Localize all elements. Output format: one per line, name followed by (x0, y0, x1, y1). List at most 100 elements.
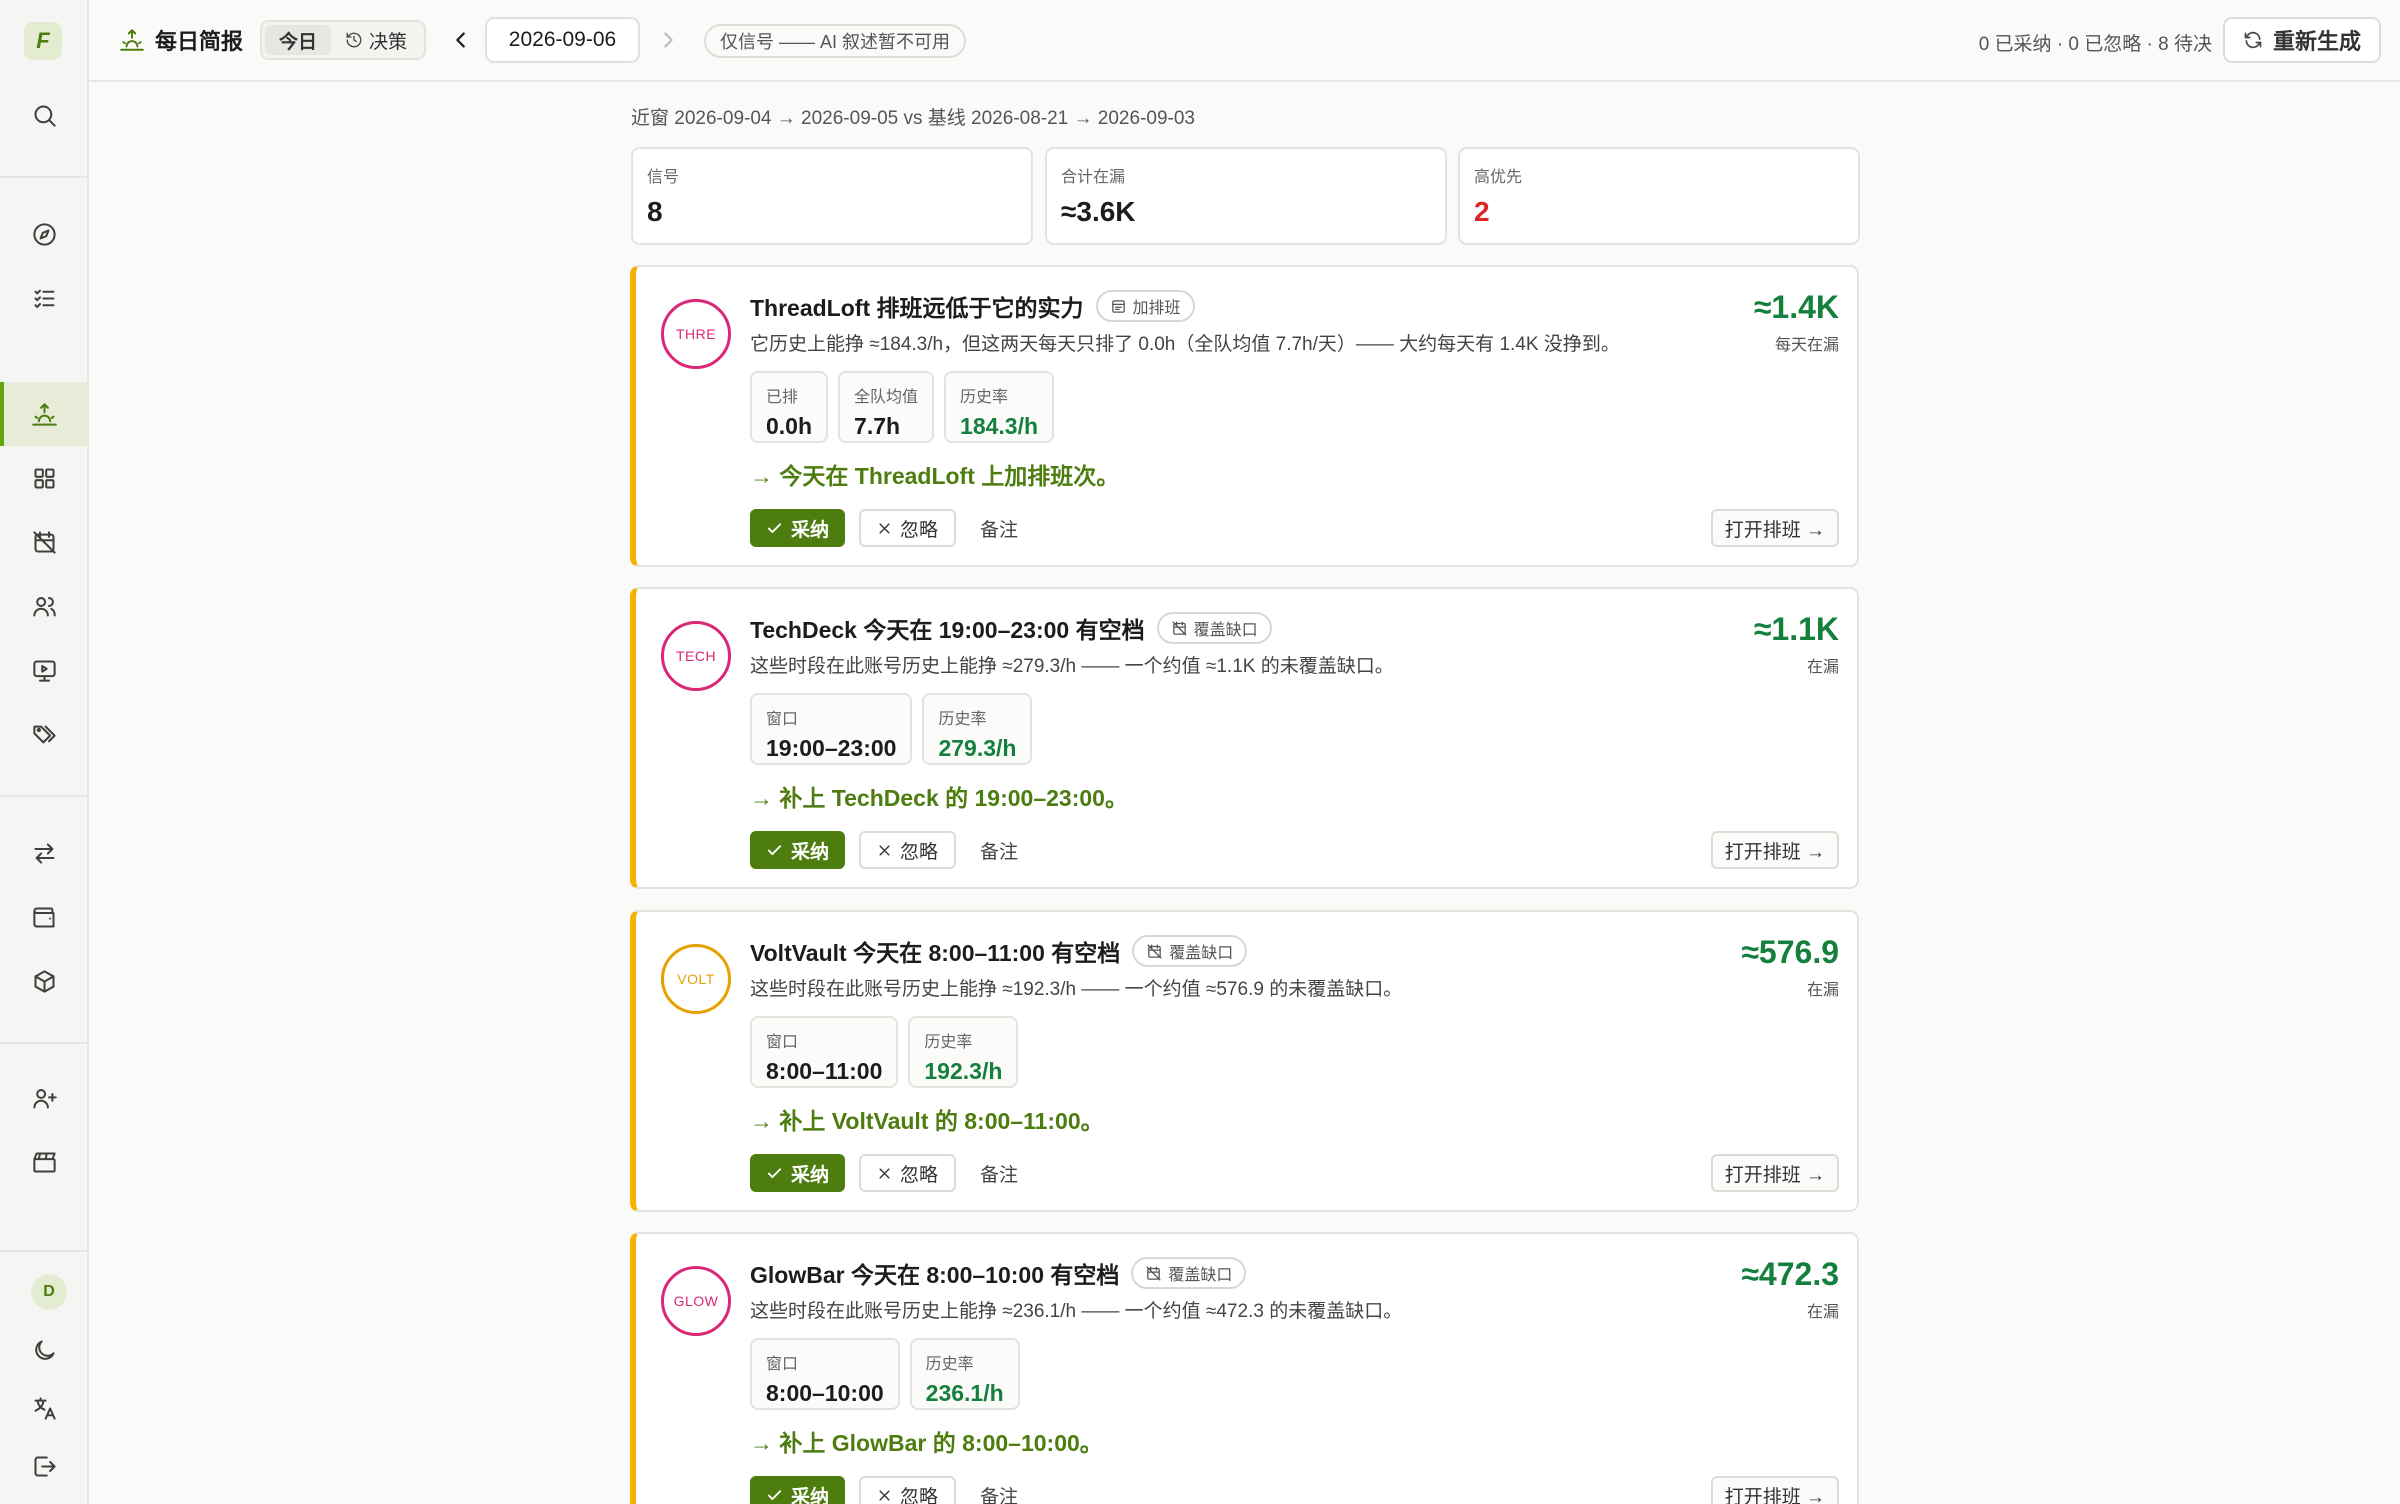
moon-icon[interactable] (20, 1326, 68, 1374)
metric-value: 8:00–10:00 (766, 1380, 884, 1406)
tab-today-label: 今日 (279, 31, 318, 53)
close-icon (879, 522, 890, 534)
grid-icon[interactable] (20, 454, 68, 502)
sunrise-icon[interactable] (20, 390, 68, 438)
user-plus-icon[interactable] (20, 1074, 68, 1122)
summary-label: 高优先 (1474, 169, 1523, 186)
page-title: 每日简报 (119, 24, 243, 56)
sidebar-divider (0, 176, 89, 178)
note-button[interactable]: 备注 (970, 1482, 1028, 1504)
open-schedule-button[interactable]: 打开排班 → (1710, 831, 1839, 869)
ignore-label: 忽略 (900, 1164, 939, 1186)
app-logo[interactable]: F (24, 22, 62, 60)
accept-button[interactable]: 采纳 (750, 509, 846, 547)
metric-label: 历史率 (960, 389, 1009, 406)
check-icon (767, 522, 782, 533)
metric-row: 窗口 8:00–10:00 历史率 236.1/h (750, 1338, 1020, 1410)
recommended-action: → 补上 GlowBar 的 8:00–10:00。 (750, 1430, 1103, 1456)
summary-value: 8 (647, 196, 663, 227)
monitor-play-icon[interactable] (20, 646, 68, 694)
metric-label: 窗口 (766, 1356, 799, 1373)
tab-decisions-label: 决策 (369, 31, 408, 53)
ignore-button[interactable]: 忽略 (859, 831, 957, 869)
tab-decisions[interactable]: 决策 (331, 25, 421, 55)
logout-icon[interactable] (20, 1442, 68, 1490)
metric-value: 192.3/h (924, 1058, 1003, 1084)
regenerate-button[interactable]: 重新生成 (2223, 17, 2381, 63)
date-picker[interactable]: 2026-09-06 (485, 17, 640, 63)
accept-label: 采纳 (791, 519, 830, 541)
summary-label: 合计在漏 (1061, 169, 1126, 186)
open-schedule-button[interactable]: 打开排班 → (1710, 1154, 1839, 1192)
leak-amount-caption: 在漏 (1806, 659, 1839, 676)
transfer-icon[interactable] (20, 829, 68, 877)
avatar[interactable]: D (31, 1274, 67, 1310)
metric-label: 已排 (766, 389, 799, 406)
recommended-action: → 补上 VoltVault 的 8:00–11:00。 (750, 1108, 1104, 1134)
date-value: 2026-09-06 (508, 28, 617, 51)
close-icon (879, 844, 890, 856)
calendar-off-icon[interactable] (20, 518, 68, 566)
tags-icon[interactable] (20, 710, 68, 758)
compass-icon[interactable] (20, 210, 68, 258)
signal-tag: 覆盖缺口 (1132, 935, 1248, 967)
decision-buttons: 采纳 忽略 备注 (750, 509, 1028, 547)
summary-value: 2 (1474, 196, 1490, 227)
metric-row: 窗口 8:00–11:00 历史率 192.3/h (750, 1016, 1019, 1088)
signal-tag-label: 覆盖缺口 (1193, 622, 1258, 639)
accept-label: 采纳 (791, 1164, 830, 1186)
metric-row: 已排 0.0h 全队均值 7.7h 历史率 184.3/h (750, 371, 1055, 443)
metric-chip: 窗口 8:00–11:00 (750, 1016, 899, 1088)
metric-label: 历史率 (938, 711, 987, 728)
metric-value: 236.1/h (925, 1380, 1004, 1406)
regenerate-label: 重新生成 (2272, 29, 2361, 54)
wallet-icon[interactable] (20, 893, 68, 941)
accept-button[interactable]: 采纳 (750, 1154, 846, 1192)
chevron-right-icon (664, 32, 673, 48)
ignore-button[interactable]: 忽略 (859, 509, 957, 547)
view-toggle: 今日 决策 (260, 20, 427, 60)
package-icon[interactable] (20, 957, 68, 1005)
tab-today[interactable]: 今日 (265, 25, 332, 55)
open-schedule-button[interactable]: 打开排班 → (1710, 509, 1839, 547)
translate-icon[interactable] (20, 1384, 68, 1432)
checklist-icon[interactable] (20, 274, 68, 322)
leak-amount-caption: 在漏 (1806, 1304, 1839, 1321)
metric-value: 184.3/h (960, 413, 1039, 439)
signal-tag: 覆盖缺口 (1156, 612, 1272, 644)
users-icon[interactable] (20, 582, 68, 630)
ignore-button[interactable]: 忽略 (859, 1154, 957, 1192)
decision-stats: 0 已采纳 · 0 已忽略 · 8 待决 (1978, 34, 2212, 55)
signal-description: 这些时段在此账号历史上能挣 ≈279.3/h —— 一个约值 ≈1.1K 的未覆… (750, 656, 1394, 677)
sidebar-divider (0, 1042, 89, 1044)
schedule-icon (1110, 298, 1127, 315)
account-badge: VOLT (661, 944, 731, 1014)
accept-button[interactable]: 采纳 (750, 831, 846, 869)
ai-status-pill: 仅信号 —— AI 叙述暂不可用 (704, 24, 967, 58)
signal-description: 这些时段在此账号历史上能挣 ≈236.1/h —— 一个约值 ≈472.3 的未… (750, 1301, 1403, 1322)
note-button[interactable]: 备注 (970, 837, 1028, 864)
check-icon (767, 1489, 782, 1500)
ignore-button[interactable]: 忽略 (859, 1476, 957, 1504)
account-badge: THRE (661, 299, 731, 369)
clapperboard-icon[interactable] (20, 1138, 68, 1186)
prev-day-button[interactable] (443, 22, 479, 58)
sunrise-icon (120, 29, 144, 51)
note-button[interactable]: 备注 (970, 515, 1028, 542)
signal-title-text: VoltVault 今天在 8:00–11:00 有空档 (750, 940, 1121, 966)
note-button[interactable]: 备注 (970, 1160, 1028, 1187)
ai-status-text: 仅信号 —— AI 叙述暂不可用 (720, 32, 951, 52)
leak-amount-caption: 在漏 (1806, 982, 1839, 999)
ignore-label: 忽略 (900, 1486, 939, 1504)
summary-label: 信号 (647, 169, 680, 186)
check-icon (767, 1167, 782, 1178)
accept-button[interactable]: 采纳 (750, 1476, 846, 1504)
metric-chip: 窗口 8:00–10:00 (750, 1338, 900, 1410)
next-day-button[interactable] (650, 22, 686, 58)
metric-label: 全队均值 (854, 389, 919, 406)
search-icon[interactable] (20, 91, 68, 139)
signal-title: VoltVault 今天在 8:00–11:00 有空档 覆盖缺口 (750, 934, 1248, 968)
open-schedule-button[interactable]: 打开排班 → (1710, 1476, 1839, 1504)
account-badge: GLOW (661, 1266, 731, 1336)
signal-title-text: GlowBar 今天在 8:00–10:00 有空档 (750, 1262, 1120, 1288)
